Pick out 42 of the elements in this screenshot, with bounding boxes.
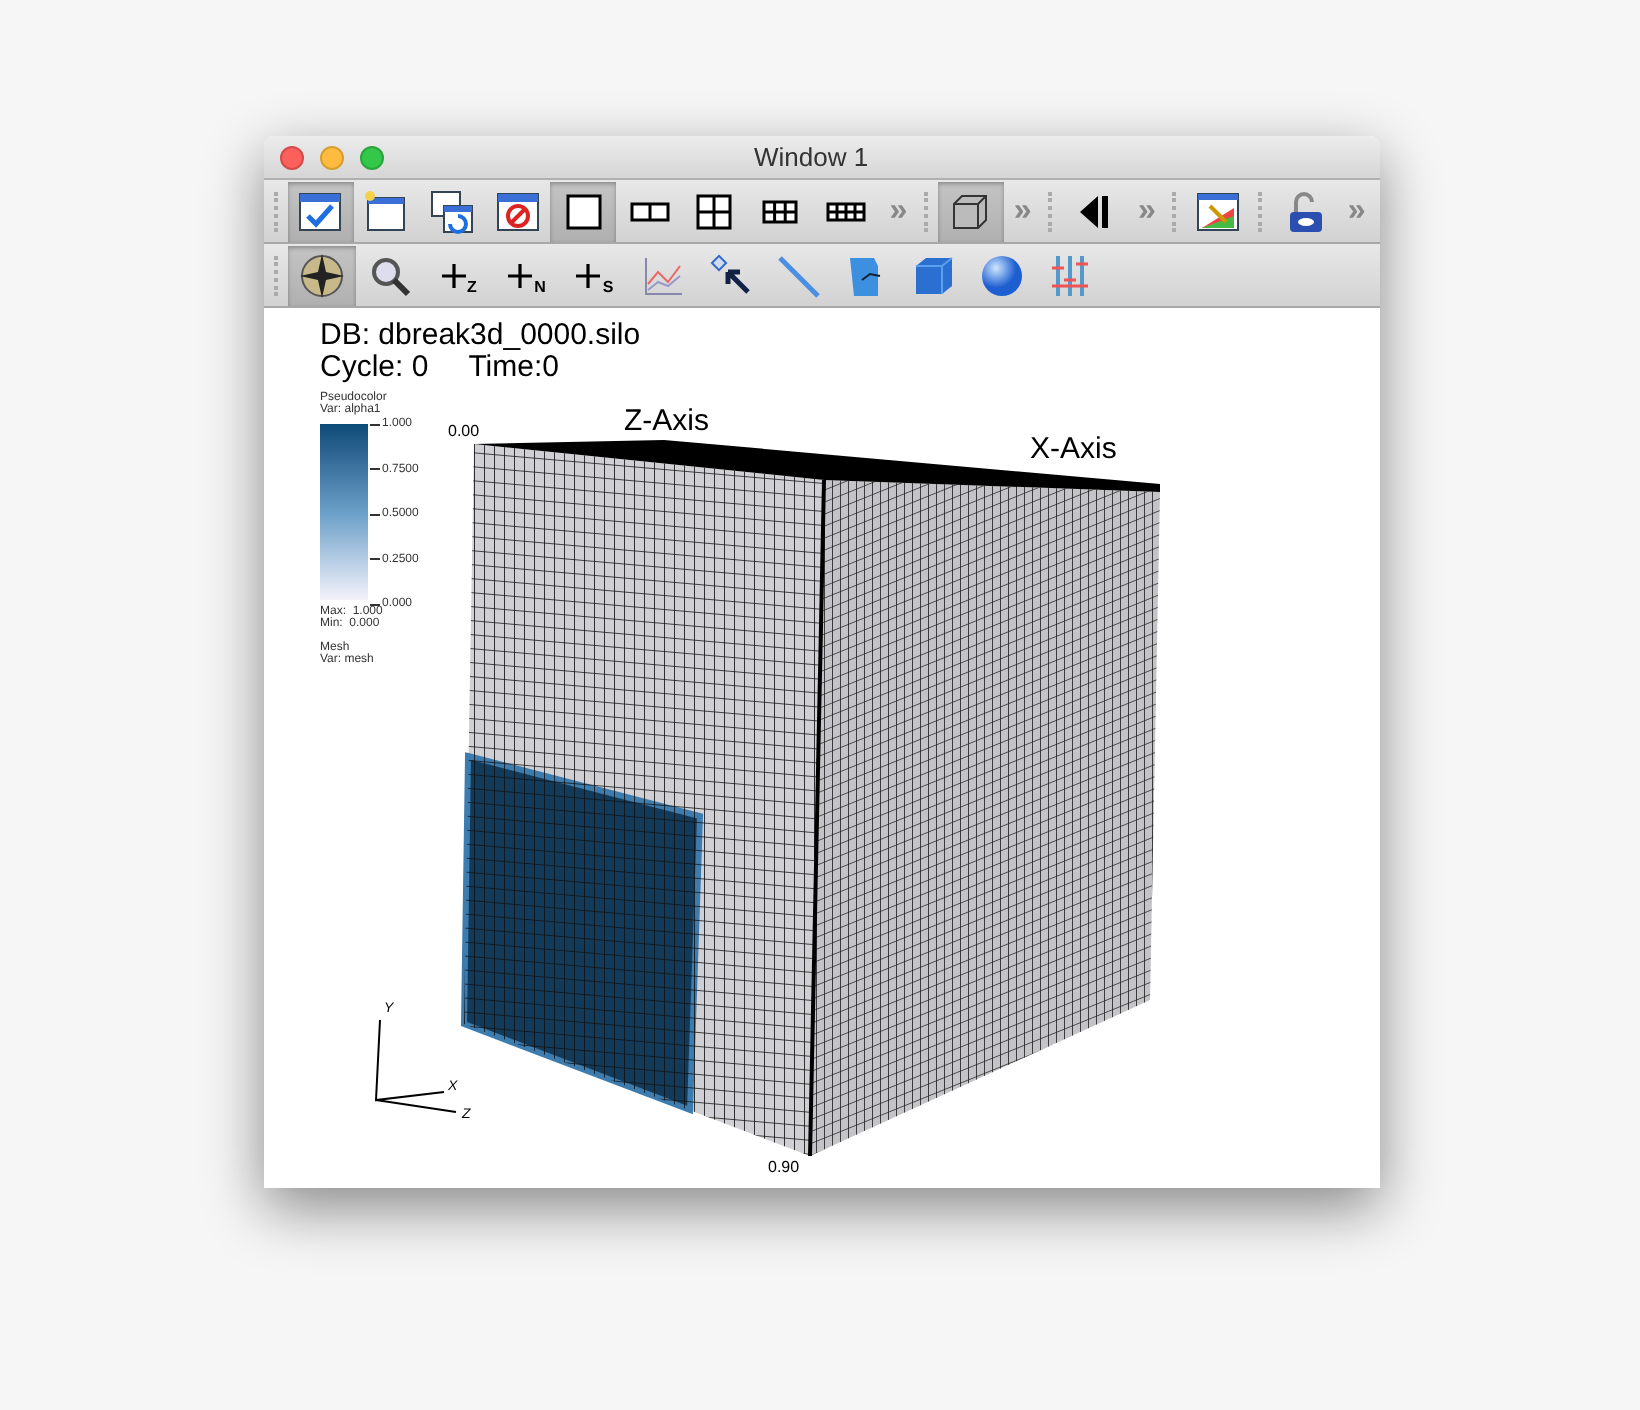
delete-window-icon (493, 187, 542, 235)
zoom-button[interactable] (360, 145, 384, 169)
axis-title: X-Axis (1030, 434, 1117, 466)
parallel-axes-icon (1046, 251, 1094, 299)
toolbar-button[interactable] (937, 181, 1004, 241)
diagonal-line-icon (774, 251, 822, 299)
sphere-icon (978, 251, 1026, 299)
more-button[interactable]: » (1337, 181, 1376, 241)
box-icon (910, 251, 958, 299)
paint-window-icon (1194, 187, 1243, 235)
plus-icon (506, 261, 535, 289)
toolbar-button[interactable] (288, 245, 356, 305)
close-button[interactable] (280, 145, 304, 169)
cycle-label: Cycle: 0 (320, 352, 429, 384)
time-label: Time:0 (468, 352, 559, 384)
axis-title: Z-Axis (624, 406, 709, 438)
window-title: Window 1 (754, 139, 869, 176)
database-label: DB: dbreak3d_0000.silo (320, 320, 641, 352)
pick-tool-button[interactable]: S (560, 245, 628, 305)
more-button[interactable]: » (1003, 181, 1042, 241)
tick-label: 0.90 (768, 1160, 800, 1176)
new-window-icon (362, 187, 411, 235)
tick-label: 0.00 (448, 424, 480, 440)
toolbar-grip[interactable] (274, 191, 282, 231)
pick-tool-button[interactable]: Z (424, 245, 492, 305)
pick-tool-button[interactable]: N (492, 245, 560, 305)
compass-icon (298, 251, 346, 299)
toolbar-grip[interactable] (1047, 191, 1056, 231)
pointer-icon (706, 251, 754, 299)
toolbar-grip[interactable] (1257, 191, 1266, 231)
window-check-icon (296, 187, 345, 235)
toolbar-button[interactable] (550, 181, 617, 241)
more-button[interactable]: » (1127, 181, 1167, 241)
toolbar-grip[interactable] (274, 255, 282, 295)
toolbar-grip[interactable] (1172, 191, 1181, 231)
plus-icon (439, 261, 468, 289)
toolbar-grip[interactable] (923, 191, 932, 231)
toolbar-button[interactable] (287, 181, 354, 241)
copy-window-icon (428, 187, 477, 235)
axis-triad-drawing (374, 1019, 457, 1113)
more-button[interactable]: » (879, 181, 918, 241)
plus-icon (574, 261, 603, 289)
